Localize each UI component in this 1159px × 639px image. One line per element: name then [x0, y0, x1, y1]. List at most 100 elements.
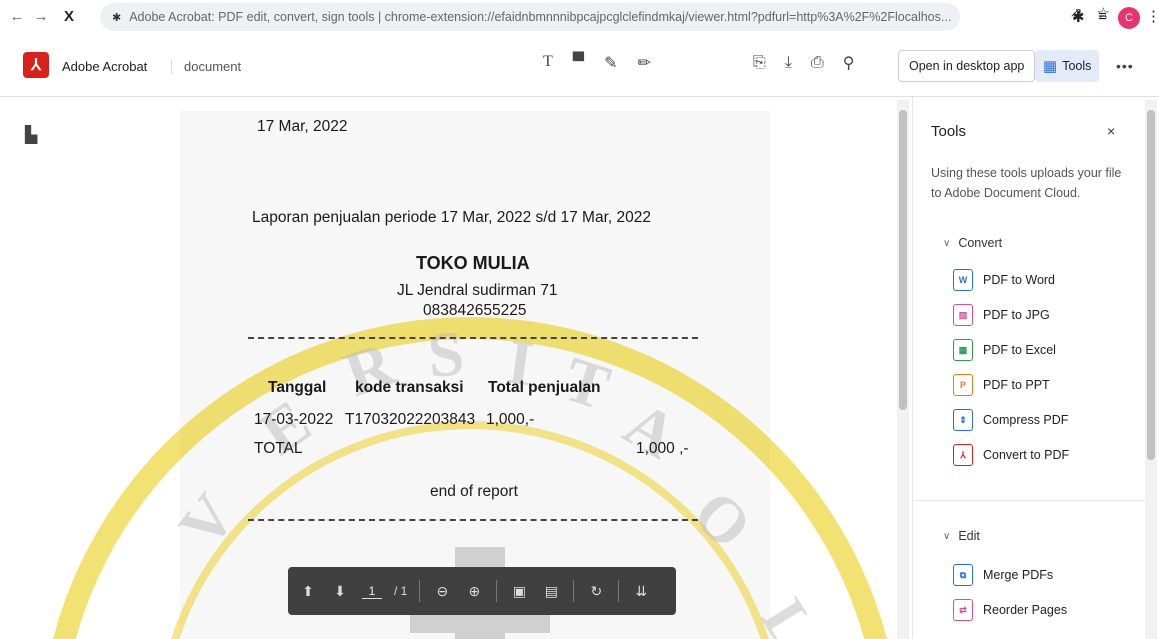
store-address: JL Jendral sudirman 71	[397, 282, 558, 299]
tool-reorder-pages[interactable]: ⇄ Reorder Pages	[953, 598, 1067, 622]
address-url: Adobe Acrobat: PDF edit, convert, sign t…	[129, 10, 952, 24]
reorder-pages-icon: ⇄	[953, 599, 973, 621]
zoom-in-icon[interactable]: ⊕	[464, 583, 484, 600]
tool-label: Reorder Pages	[983, 603, 1068, 617]
back-icon[interactable]: ←	[6, 8, 28, 25]
open-in-desktop-button[interactable]: Open in desktop app	[898, 50, 1036, 82]
section-convert-label: Convert	[958, 236, 1003, 250]
compress-file-icon: ⇕	[953, 409, 973, 431]
acrobat-logo-icon: ⅄	[23, 52, 49, 78]
tools-panel-scrollbar-thumb[interactable]	[1147, 110, 1155, 460]
tool-pdf-to-ppt[interactable]: P PDF to PPT	[953, 373, 1050, 397]
pdf-page	[180, 111, 770, 639]
divider-top	[248, 337, 698, 339]
puzzle-icon: ✱	[112, 11, 122, 24]
print-icon[interactable]: ⎙	[811, 54, 824, 72]
toolbar-divider	[618, 580, 620, 602]
add-text-icon[interactable]: T	[543, 53, 553, 73]
document-viewer: ▙ V E R S I T A O L 17 Mar, 2022 Laporan…	[0, 97, 912, 639]
search-icon[interactable]: ⚲	[843, 53, 855, 73]
sign-icon[interactable]: ⎘	[753, 54, 766, 72]
previous-page-icon[interactable]: ⬆	[298, 583, 318, 600]
tools-button-label: Tools	[1062, 59, 1092, 73]
tools-panel: Tools × Using these tools uploads your f…	[912, 97, 1159, 639]
tool-pdf-to-excel[interactable]: ▦ PDF to Excel	[953, 338, 1056, 362]
viewer-scrollbar[interactable]	[897, 100, 909, 639]
tool-label: PDF to Excel	[983, 343, 1056, 357]
address-bar[interactable]: ✱ Adobe Acrobat: PDF edit, convert, sign…	[100, 3, 960, 31]
row-code: T17032022203843	[345, 411, 476, 428]
app-name: Adobe Acrobat	[62, 59, 148, 74]
section-edit-label: Edit	[958, 529, 980, 543]
annotation-tools: T ▀ ✎ ✏	[543, 53, 651, 73]
page-number-input[interactable]: 1	[362, 584, 382, 599]
fit-width-icon[interactable]: ▤	[541, 583, 561, 600]
next-page-icon[interactable]: ⬇	[330, 583, 350, 600]
word-file-icon: W	[953, 269, 973, 291]
close-icon[interactable]: ×	[1107, 123, 1115, 139]
store-name: TOKO MULIA	[416, 253, 530, 273]
tool-compress-pdf[interactable]: ⇕ Compress PDF	[953, 408, 1068, 432]
col-header-code: kode transaksi	[355, 379, 464, 396]
tools-panel-scrollbar[interactable]	[1145, 100, 1157, 639]
row-amount: 1,000,-	[486, 411, 535, 428]
highlight-icon[interactable]: ✎	[604, 53, 617, 73]
scroll-mode-icon[interactable]: ⇊	[631, 583, 651, 600]
viewer-scrollbar-thumb[interactable]	[899, 110, 907, 410]
toolbar-divider	[496, 580, 498, 602]
tools-panel-description: Using these tools uploads your file to A…	[931, 166, 1122, 200]
more-options-icon[interactable]: •••	[1116, 58, 1134, 74]
zoom-out-icon[interactable]: ⊖	[432, 583, 452, 600]
download-icon[interactable]: ⤓	[785, 54, 792, 72]
total-label: TOTAL	[254, 440, 303, 457]
page-total: / 1	[394, 584, 408, 598]
total-value: 1,000 ,-	[636, 440, 689, 457]
tools-panel-title: Tools	[931, 123, 967, 140]
report-date: 17 Mar, 2022	[257, 118, 348, 135]
fit-page-icon[interactable]: ▣	[509, 583, 529, 600]
tool-label: PDF to PPT	[983, 378, 1050, 392]
tool-merge-pdfs[interactable]: ⧉ Merge PDFs	[953, 563, 1053, 587]
col-header-date: Tanggal	[268, 379, 327, 396]
forward-icon[interactable]: →	[30, 8, 52, 25]
report-period: Laporan penjualan periode 17 Mar, 2022 s…	[252, 209, 651, 226]
store-phone: 083842655225	[423, 302, 527, 319]
left-rail: ▙	[0, 97, 60, 639]
ppt-file-icon: P	[953, 374, 973, 396]
avatar[interactable]: C	[1118, 7, 1140, 29]
section-edit[interactable]: ∨ Edit	[943, 529, 980, 543]
pdf-file-icon: ⅄	[953, 444, 973, 466]
tool-label: Convert to PDF	[983, 448, 1070, 462]
tool-label: PDF to Word	[983, 273, 1056, 287]
tools-button[interactable]: ▦ Tools	[1035, 50, 1100, 82]
tool-pdf-to-word[interactable]: W PDF to Word	[953, 268, 1055, 292]
divider-bottom	[248, 519, 698, 521]
col-header-total: Total penjualan	[488, 379, 601, 396]
app-header: ⅄ Adobe Acrobat document T ▀ ✎ ✏ ⎘ ⤓ ⎙ ⚲…	[0, 36, 1159, 97]
reading-list-icon[interactable]: ≡	[1098, 8, 1107, 25]
page-thumbnails-icon[interactable]: ▙	[25, 125, 37, 145]
merge-file-icon: ⧉	[953, 564, 973, 586]
tool-label: Compress PDF	[983, 413, 1069, 427]
rotate-icon[interactable]: ↻	[586, 583, 606, 600]
document-name: document	[171, 59, 241, 74]
tool-label: Merge PDFs	[983, 568, 1054, 582]
page-navigation-toolbar: ⬆ ⬇ 1 / 1 ⊖ ⊕ ▣ ▤ ↻ ⇊	[288, 567, 676, 615]
stop-icon[interactable]: X	[58, 8, 80, 25]
tool-convert-to-pdf[interactable]: ⅄ Convert to PDF	[953, 443, 1069, 467]
extensions-icon[interactable]: ✱	[1072, 8, 1085, 26]
tool-pdf-to-jpg[interactable]: ▨ PDF to JPG	[953, 303, 1050, 327]
toolbar-divider	[419, 580, 421, 602]
end-of-report: end of report	[430, 483, 518, 500]
tools-grid-icon: ▦	[1043, 58, 1058, 75]
section-convert[interactable]: ∨ Convert	[943, 236, 1002, 250]
browser-menu-icon[interactable]: ⋮	[1146, 7, 1159, 25]
chevron-down-icon: ∨	[943, 237, 951, 249]
browser-toolbar: ← → X ✱ Adobe Acrobat: PDF edit, convert…	[0, 0, 1159, 36]
document-actions: ⎘ ⤓ ⎙ ⚲	[753, 53, 854, 73]
draw-icon[interactable]: ✏	[638, 53, 651, 73]
chevron-down-icon: ∨	[943, 530, 951, 542]
comment-icon[interactable]: ▀	[573, 53, 584, 73]
image-file-icon: ▨	[953, 304, 973, 326]
toolbar-divider	[573, 580, 575, 602]
